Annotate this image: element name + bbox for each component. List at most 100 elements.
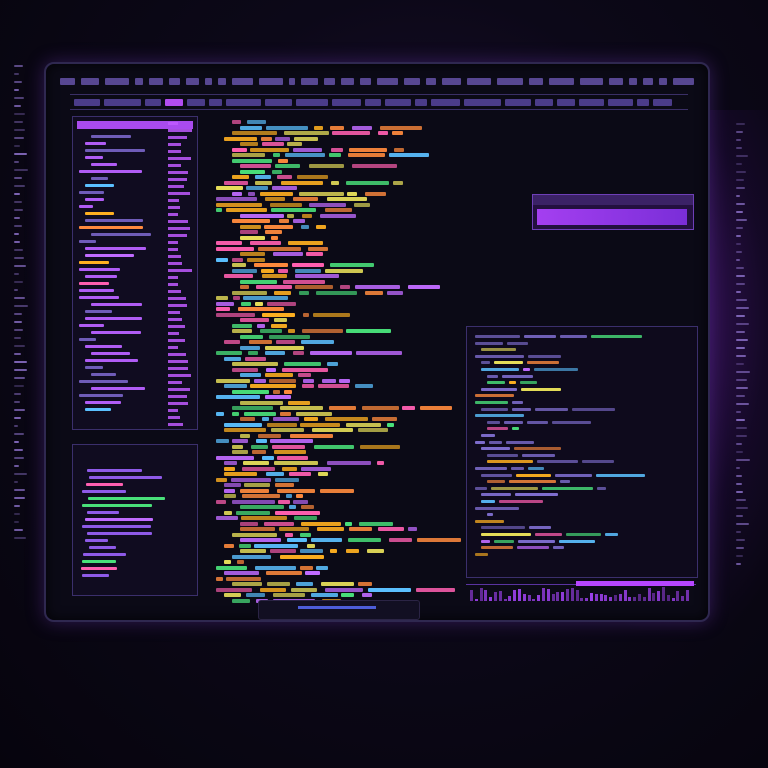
wall-glyph [736,299,747,301]
code-token [354,202,370,207]
code-token [376,461,385,465]
outline-item [168,367,188,370]
code-token [240,433,251,438]
menu-item [673,77,694,85]
code-token [242,466,275,471]
editor-tab [74,98,100,106]
code-token [475,341,504,345]
terminal-line [88,497,166,500]
wall-glyph [14,281,23,283]
code-token [240,373,262,377]
code-token [266,125,309,130]
code-token [275,136,290,141]
terminal-line [81,560,117,563]
code-token [216,257,228,262]
code-token [273,318,288,322]
wall-glyph [736,331,745,333]
outline-item [168,374,192,377]
code-token [224,340,241,344]
code-token [292,351,305,355]
code-token [349,527,372,531]
code-token [292,197,318,201]
code-token [265,367,277,372]
code-token [259,191,294,196]
outline-item [168,346,179,349]
file-tree-item [79,261,110,264]
code-token [316,224,327,229]
menu-item [376,77,398,85]
file-tree-item [85,254,135,257]
terminal-panel [72,444,198,596]
file-tree-item [91,352,130,355]
code-token [283,131,330,135]
editor-tab [652,98,673,106]
menu-item [135,77,143,85]
code-token [387,422,394,427]
menu-item [259,77,283,85]
code-token [240,318,270,322]
waveform-bar [662,587,665,601]
waveform-bar [666,595,670,601]
code-token [232,120,241,124]
code-token [257,433,281,438]
code-token [295,285,333,289]
code-token [293,499,309,504]
code-token [273,252,304,256]
code-token [475,552,488,556]
menu-item [658,77,668,85]
code-token [341,593,355,597]
wall-glyph [736,403,749,405]
code-token [252,450,266,454]
outline-item [168,353,186,356]
editor-tab [265,98,292,106]
outline-item [168,220,189,223]
file-tree-item [91,163,118,166]
menu-item [185,77,200,85]
menu-item [360,77,371,85]
wall-glyph [14,241,21,243]
wall-glyph [14,265,26,267]
code-token [253,263,288,267]
waveform-bar [479,587,483,601]
wall-glyph [14,321,23,323]
code-token [301,505,315,509]
code-token [240,549,266,553]
code-token [216,351,242,355]
wall-glyph [14,513,20,515]
outline-item [168,213,179,216]
code-token [347,153,385,157]
code-token [260,268,274,273]
wall-glyph [736,131,743,133]
code-token [245,593,265,597]
wall-glyph [14,97,24,99]
code-token [419,406,453,410]
code-token [565,533,601,536]
code-token [311,593,338,597]
code-token [224,543,234,548]
code-token [240,125,263,130]
code-token [295,268,322,273]
code-token [313,312,351,317]
code-token [261,136,273,141]
code-token [259,329,283,333]
code-token [283,389,292,394]
code-token [216,576,223,581]
file-tree-item [79,289,114,292]
code-token [309,164,345,168]
code-token [503,420,523,424]
code-token [481,368,519,371]
wall-glyph [736,123,745,125]
wall-glyph [14,425,19,427]
code-token [232,532,278,537]
code-token [317,384,349,388]
wall-glyph [14,393,22,395]
code-token [256,323,266,328]
code-token [285,532,294,537]
file-tree-item [85,142,107,145]
wall-glyph [736,563,741,565]
wall-glyph [14,113,25,115]
code-token [240,505,284,509]
code-token [232,323,252,328]
code-token [306,252,324,256]
waveform-bar [657,590,661,601]
